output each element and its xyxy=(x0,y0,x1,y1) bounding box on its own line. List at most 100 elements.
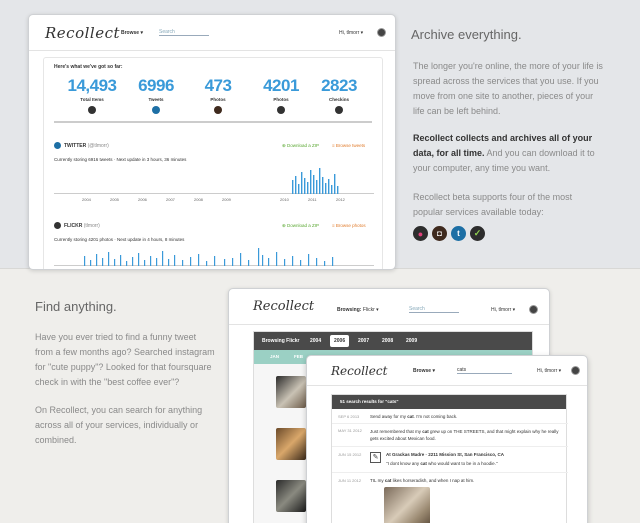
stat-value: 6996 xyxy=(138,76,174,95)
search-input[interactable]: Search xyxy=(409,306,459,313)
result-text: TIL my cat likes horseradish, and when I… xyxy=(370,478,475,483)
search-results-panel: 51 search results for "cats" SEP 6 2013 … xyxy=(331,394,568,523)
year-label: 2011 xyxy=(308,269,317,270)
user-menu[interactable]: Hi, tlmorr ▾ xyxy=(491,307,515,313)
stat-label: Photos xyxy=(210,97,226,102)
stat-value: 473 xyxy=(204,76,232,95)
year-tab[interactable]: 2004 xyxy=(310,338,321,344)
year-label: 2007 xyxy=(166,197,175,202)
results-count: 51 search results for "cats" xyxy=(340,399,399,404)
year-tab[interactable]: 2007 xyxy=(358,338,369,344)
twitter-icon[interactable]: t xyxy=(451,226,466,241)
search-result[interactable]: JUN 11 2012 TIL my cat likes horseradish… xyxy=(332,475,568,523)
twitter-icon xyxy=(152,106,160,114)
stat-value: 14,493 xyxy=(67,76,118,95)
storing-status: Currently storing 4201 photos · Next upd… xyxy=(54,237,185,242)
foursquare-icon xyxy=(335,106,343,114)
month-tab[interactable]: JAN xyxy=(270,354,279,359)
browse-tweets-link[interactable]: ≡ Browse tweets xyxy=(332,143,365,148)
year-label: 2010 xyxy=(280,269,289,270)
stat-label: Tweets xyxy=(148,97,164,102)
search-result[interactable]: SEP 6 2013 Send away for my cat. I'm not… xyxy=(332,411,568,424)
stat-label: Total Items xyxy=(80,97,104,102)
search-screenshot: Recollect Browse ▾ cats Hi, tlmorr ▾ 51 … xyxy=(306,355,588,523)
find-heading: Find anything. xyxy=(35,299,117,314)
search-result[interactable]: MAY 31 2012 Just remembered that my cat … xyxy=(332,425,568,447)
storing-status: Currently storing 6916 tweets · Next upd… xyxy=(54,157,187,162)
service-handle: (@tlmorr) xyxy=(87,143,109,149)
archive-paragraph-2: Recollect collects and archives all of y… xyxy=(413,131,603,176)
photos-histogram xyxy=(54,244,374,266)
year-label: 2004 xyxy=(82,269,91,270)
archive-paragraph-3: Recollect beta supports four of the most… xyxy=(413,192,573,217)
search-result[interactable]: JUN 15 2012 ✎ At Grackas Madre · 2211 Mi… xyxy=(332,449,568,473)
search-input[interactable]: Search xyxy=(159,29,209,36)
overview-panel: Here's what we've got so far: 14,493 Tot… xyxy=(43,57,383,270)
recollect-logo[interactable]: Recollect xyxy=(45,24,120,42)
photo-thumbnail[interactable] xyxy=(276,376,306,408)
foursquare-icon: ✎ xyxy=(370,452,381,463)
archive-heading: Archive everything. xyxy=(411,27,522,42)
search-header: Recollect Browse ▾ cats Hi, tlmorr ▾ xyxy=(307,356,587,386)
year-tab[interactable]: 2009 xyxy=(406,338,417,344)
result-date: SEP 6 2013 xyxy=(338,414,360,419)
user-menu[interactable]: Hi, tlmorr ▾ xyxy=(339,30,363,36)
service-filter[interactable]: Flickr ▾ xyxy=(363,307,379,313)
tweets-histogram xyxy=(54,166,374,194)
stat-label: Photos xyxy=(273,97,289,102)
avatar[interactable] xyxy=(377,28,386,37)
month-tab[interactable]: FEB xyxy=(294,354,303,359)
result-comment: "I dont know any cat who would want to b… xyxy=(386,461,498,466)
flickr-icon[interactable]: ● xyxy=(413,226,428,241)
browse-photos-link[interactable]: ≡ Browse photos xyxy=(332,223,366,228)
service-name: FLICKR (tlmorr) xyxy=(64,223,100,229)
instagram-icon[interactable]: ◘ xyxy=(432,226,447,241)
stat-value: 4201 xyxy=(263,76,299,95)
stat-instagram-photos: 473 Photos xyxy=(188,76,248,114)
year-label: 2005 xyxy=(110,197,119,202)
browse-menu[interactable]: Browse ▾ xyxy=(413,368,435,374)
dashboard-header: Recollect Browse ▾ Search Hi, tlmorr ▾ xyxy=(29,15,395,51)
service-title: TWITTER xyxy=(64,143,87,149)
year-label: 2006 xyxy=(138,197,147,202)
instagram-icon xyxy=(214,106,222,114)
photo-thumbnail[interactable] xyxy=(276,428,306,460)
browse-menu[interactable]: Browse ▾ xyxy=(121,30,143,36)
year-label: 2007 xyxy=(166,269,175,270)
year-tab[interactable]: 2008 xyxy=(382,338,393,344)
dashboard-screenshot: Recollect Browse ▾ Search Hi, tlmorr ▾ H… xyxy=(28,14,396,270)
year-label: 2009 xyxy=(222,269,231,270)
photo-thumbnail[interactable] xyxy=(276,480,306,512)
year-label: 2004 xyxy=(82,197,91,202)
download-zip-link[interactable]: ⊕ Download a ZIP xyxy=(282,223,319,229)
browsing-label: Browsing: Flickr ▾ xyxy=(337,307,379,313)
stat-flickr-photos: 4201 Photos xyxy=(251,76,311,114)
avatar[interactable] xyxy=(571,366,580,375)
flickr-service-row: FLICKR (tlmorr) ⊕ Download a ZIP ≡ Brows… xyxy=(54,222,374,270)
user-menu[interactable]: Hi, tlmorr ▾ xyxy=(537,368,561,374)
find-paragraph-1: Have you ever tried to find a funny twee… xyxy=(35,332,215,387)
result-text: Just remembered that my cat grew up on T… xyxy=(370,429,559,441)
avatar[interactable] xyxy=(529,305,538,314)
overview-title: Here's what we've got so far: xyxy=(54,64,123,70)
stats-divider xyxy=(54,121,372,123)
foursquare-icon[interactable]: ✓ xyxy=(470,226,485,241)
result-text: At Grackas Madre · 2211 Mission St, San … xyxy=(386,452,505,457)
service-title: FLICKR xyxy=(64,223,83,229)
recollect-logo[interactable]: Recollect xyxy=(331,364,387,378)
recollect-icon xyxy=(88,106,96,114)
year-label: 2008 xyxy=(194,269,203,270)
year-label: 2006 xyxy=(138,269,147,270)
stat-total-items: 14,493 Total Items xyxy=(62,76,122,114)
browsing-title: Browsing Flickr xyxy=(262,338,300,344)
twitter-service-row: TWITTER (@tlmorr) ⊕ Download a ZIP ≡ Bro… xyxy=(54,142,374,202)
download-zip-link[interactable]: ⊕ Download a ZIP xyxy=(282,143,319,149)
year-tab-selected[interactable]: 2006 xyxy=(330,335,350,347)
cat-photo[interactable] xyxy=(384,487,430,523)
stat-label: Checkins xyxy=(328,97,349,102)
search-input[interactable]: cats xyxy=(457,367,512,374)
archive-paragraph-1: The longer you're online, the more of yo… xyxy=(413,61,603,116)
recollect-logo[interactable]: Recollect xyxy=(253,299,314,314)
year-label: 2009 xyxy=(222,197,231,202)
year-label: 2012 xyxy=(336,197,345,202)
